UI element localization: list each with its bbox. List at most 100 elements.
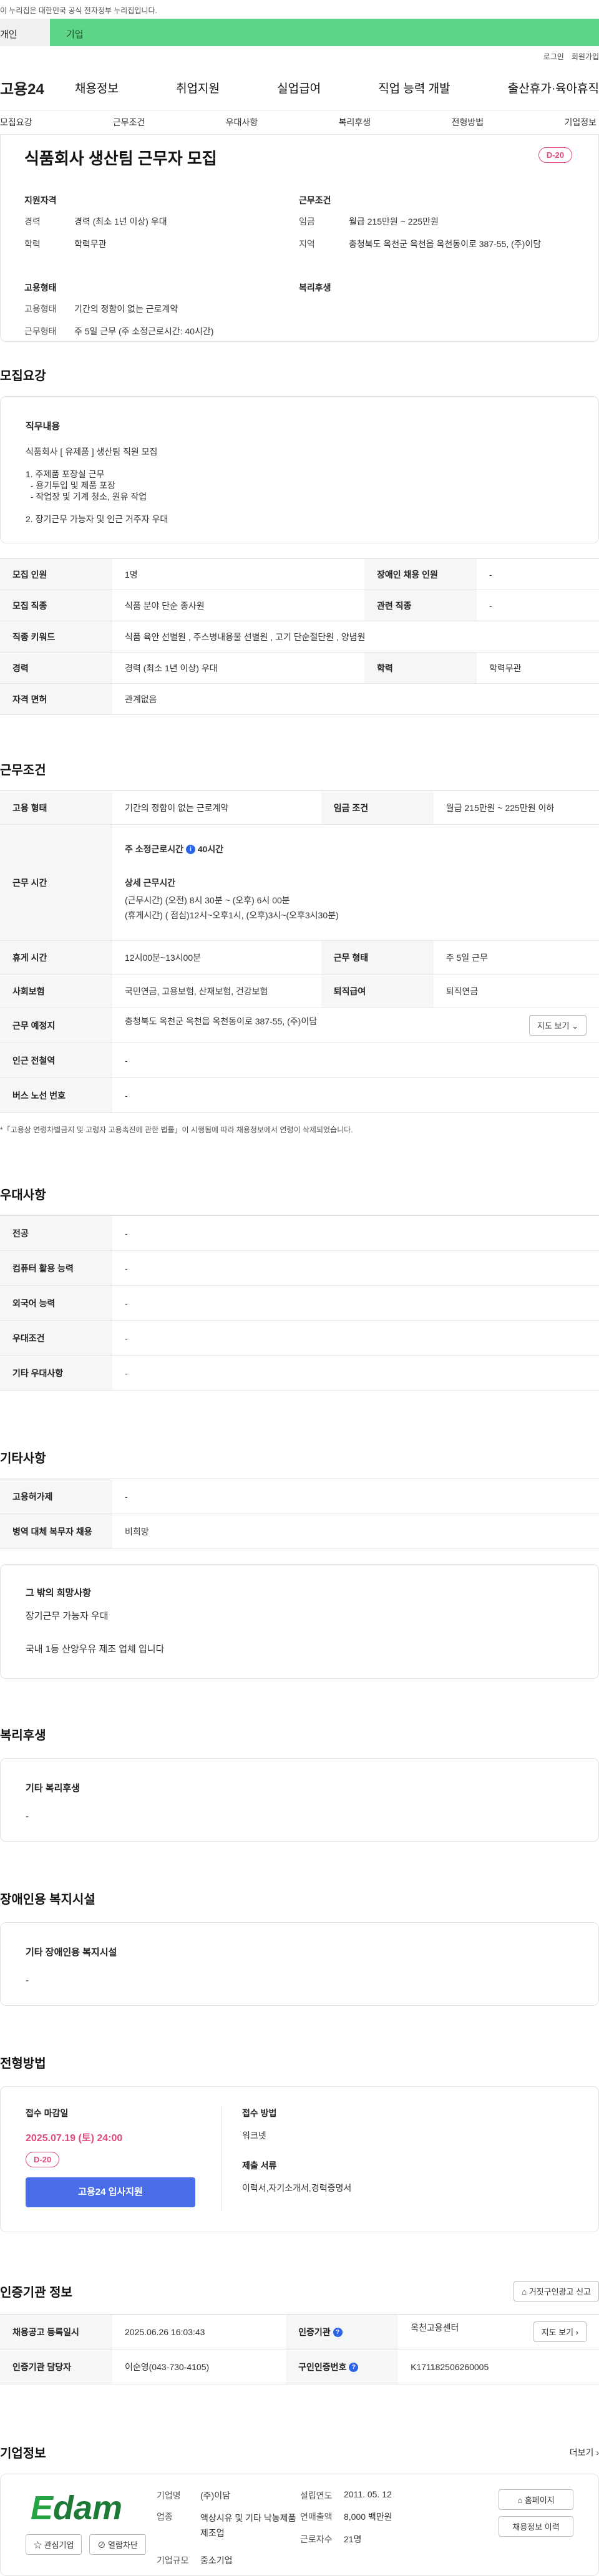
summary-label: 경력 [24, 216, 41, 226]
job-summary-card: 식품회사 생산팀 근무자 모집 D-20 지원자격 경력 경력 (최소 1년 이상… [0, 135, 599, 342]
table-value: 관계없음 [112, 683, 599, 715]
employees-label: 근로자수 [300, 2534, 333, 2544]
table-value: K171182506260005 [398, 2349, 599, 2384]
field-label: 설립연도 [300, 2491, 333, 2501]
welfare-box-value: - [26, 1811, 29, 1822]
section-title-recruit: 모집요강 [0, 369, 46, 383]
recruit-table: 모집 인원 1명 장애인 채용 인원 - 모집 직종 식품 분야 단순 종사원 … [0, 558, 599, 715]
table-label: 버스 노선 번호 [0, 1077, 112, 1113]
duty-box: 직무내용 식품회사 [ 유제품 ] 생산팀 직원 모집 1. 주제품 포장실 근무… [0, 396, 599, 543]
fav-label: 관심기업 [44, 2540, 74, 2550]
table-value: - [112, 1320, 599, 1356]
question-icon[interactable]: ? [333, 2328, 343, 2338]
table-value: 월급 215만원 ~ 225만원 이하 [433, 790, 599, 825]
table-value: 경력 (최소 1년 이상) 우대 [112, 652, 364, 684]
agency-label-text: 인증기관 [298, 2326, 331, 2337]
table-value: 비희망 [112, 1514, 599, 1549]
table-value: - [112, 1043, 599, 1078]
etc-wish-line [26, 1626, 573, 1641]
table-label: 모집 인원 [0, 558, 112, 590]
field-label: 연매출액 근로자수 [300, 2510, 344, 2545]
disabled-box: 기타 장애인용 복지시설 - [0, 1922, 599, 2006]
table-value: - [112, 1479, 599, 1514]
map-button[interactable]: 지도 보기 ⌄ [529, 1015, 587, 1036]
gnb-jobs[interactable]: 채용정보 [75, 79, 119, 96]
detail-hours-line: (근무시간) (오전) 8시 30분 ~ (오후) 6시 00분 [125, 895, 290, 905]
global-nav: 고용24 채용정보 취업지원 실업급여 직업 능력 개발 출산휴가·육아휴직 [0, 65, 599, 110]
lnb-prefer[interactable]: 우대사항 [226, 116, 258, 129]
site-logo[interactable]: 고용24 [0, 77, 75, 99]
table-label: 고용허가제 [0, 1479, 112, 1514]
lnb-welfare[interactable]: 복리후생 [339, 116, 371, 129]
section-title-etc: 기타사항 [0, 1452, 46, 1465]
dday-badge: D-20 [538, 147, 572, 163]
table-value: 1명 [112, 558, 364, 590]
etc-wish-line: 장기근무 가능자 우대 [26, 1611, 109, 1621]
info-icon[interactable]: i [185, 845, 195, 855]
field-value: 액상시유 및 기타 낙농제품 제조업 [200, 2513, 296, 2538]
company-more-link[interactable]: 더보기 › [570, 2446, 599, 2459]
table-label: 근무 형태 [321, 940, 434, 975]
table-label: 전공 [0, 1215, 112, 1251]
summary-employment: 고용형태 고용형태 기간의 정함이 없는 근로계약 근무형태 주 5일 근무 (주 … [24, 281, 299, 348]
question-icon[interactable]: ? [349, 2363, 359, 2373]
tab-personal[interactable]: 개인 [0, 19, 50, 46]
favorite-company-button[interactable]: ☆ 관심기업 [26, 2534, 82, 2555]
table-value: - [112, 1250, 599, 1286]
deadline-label: 접수 마감일 [26, 2108, 69, 2118]
lnb-company[interactable]: 기업정보 [564, 116, 597, 129]
table-label: 장애인 채용 인원 [364, 558, 477, 590]
table-value: 퇴직연금 [433, 974, 599, 1008]
lnb-selection[interactable]: 전형방법 [452, 116, 484, 129]
section-title-company: 기업정보 [0, 2447, 46, 2461]
table-value: 기간의 정함이 없는 근로계약 [112, 790, 321, 825]
agency-map-button[interactable]: 지도 보기 › [533, 2321, 587, 2342]
docs-value: 이력서,자기소개서,경력증명서 [242, 2183, 352, 2193]
gnb-parental-leave[interactable]: 출산휴가·육아휴직 [508, 79, 599, 96]
lnb-recruit[interactable]: 모집요강 [0, 116, 32, 129]
lnb-conditions[interactable]: 근무조건 [113, 116, 145, 129]
job-history-button[interactable]: 채용정보 이력 [499, 2516, 573, 2537]
company-logo: Edam [31, 2489, 123, 2527]
table-label: 기타 우대사항 [0, 1355, 112, 1391]
table-label: 채용공고 등록일시 [0, 2314, 112, 2350]
apply-button[interactable]: 고용24 입사지원 [26, 2177, 195, 2207]
agency-map-label: 지도 보기 [541, 2328, 574, 2337]
signup-link[interactable]: 회원가입 [572, 51, 599, 65]
table-label: 자격 면허 [0, 683, 112, 715]
field-label: 기업명 [157, 2491, 181, 2501]
job-title: 식품회사 생산팀 근무자 모집 [24, 149, 217, 168]
deadline-value: 2025.07.19 (토) 24:00 [26, 2133, 123, 2144]
weekly-hours-label: 주 소정근로시간 [125, 843, 184, 854]
gov-banner: 이 누리집은 대한민국 공식 전자정부 누리집입니다. [0, 0, 599, 19]
report-button[interactable]: ⌂ 거짓구인광고 신고 [514, 2281, 599, 2301]
duty-title: 직무내용 [26, 421, 61, 432]
table-label: 외국어 능력 [0, 1285, 112, 1321]
login-link[interactable]: 로그인 [543, 51, 564, 65]
gnb-employment-support[interactable]: 취업지원 [176, 79, 220, 96]
summary-label: 지역 [299, 239, 315, 249]
block-view-button[interactable]: ⊘ 열람차단 [89, 2534, 146, 2555]
detail-hours-line: (휴게시간) ( 점심)12시~오후1시, (오후)3시~(오후3시30분) [125, 910, 339, 920]
section-title-conditions: 근무조건 [0, 764, 46, 777]
table-label: 임금 조건 [321, 790, 434, 825]
company-actions: ⌂ 홈페이지 채용정보 이력 [499, 2489, 573, 2560]
summary-value: 기간의 정함이 없는 근로계약 [74, 304, 178, 314]
agency-name: 옥천고용센터 [411, 2323, 459, 2333]
summary-value: 충청북도 옥천군 옥천읍 옥천동이로 387-55, (주)이담 [349, 239, 542, 249]
prefer-table: 전공 - 컴퓨터 활용 능력 - 외국어 능력 - 우대조건 - 기타 우대사항 - [0, 1215, 599, 1391]
home-icon: ⌂ [517, 2496, 523, 2505]
summary-group-title: 근무조건 [299, 195, 331, 205]
homepage-button[interactable]: ⌂ 홈페이지 [499, 2489, 573, 2510]
etc-wish-title: 그 밖의 희망사항 [26, 1588, 91, 1598]
table-label: 인증기관 담당자 [0, 2349, 112, 2384]
table-label: 컴퓨터 활용 능력 [0, 1250, 112, 1286]
tab-company[interactable]: 기업 [50, 19, 599, 46]
gnb-skills-development[interactable]: 직업 능력 개발 [378, 79, 450, 96]
table-label: 직종 키워드 [0, 621, 112, 653]
selection-box: 접수 마감일 2025.07.19 (토) 24:00 D-20 고용24 입사… [0, 2086, 599, 2232]
gnb-unemployment-benefit[interactable]: 실업급여 [277, 79, 321, 96]
duty-line [26, 457, 573, 469]
deadline-col: 접수 마감일 2025.07.19 (토) 24:00 D-20 고용24 입사… [26, 2107, 195, 2212]
field-label: 기업규모 [157, 2555, 189, 2565]
